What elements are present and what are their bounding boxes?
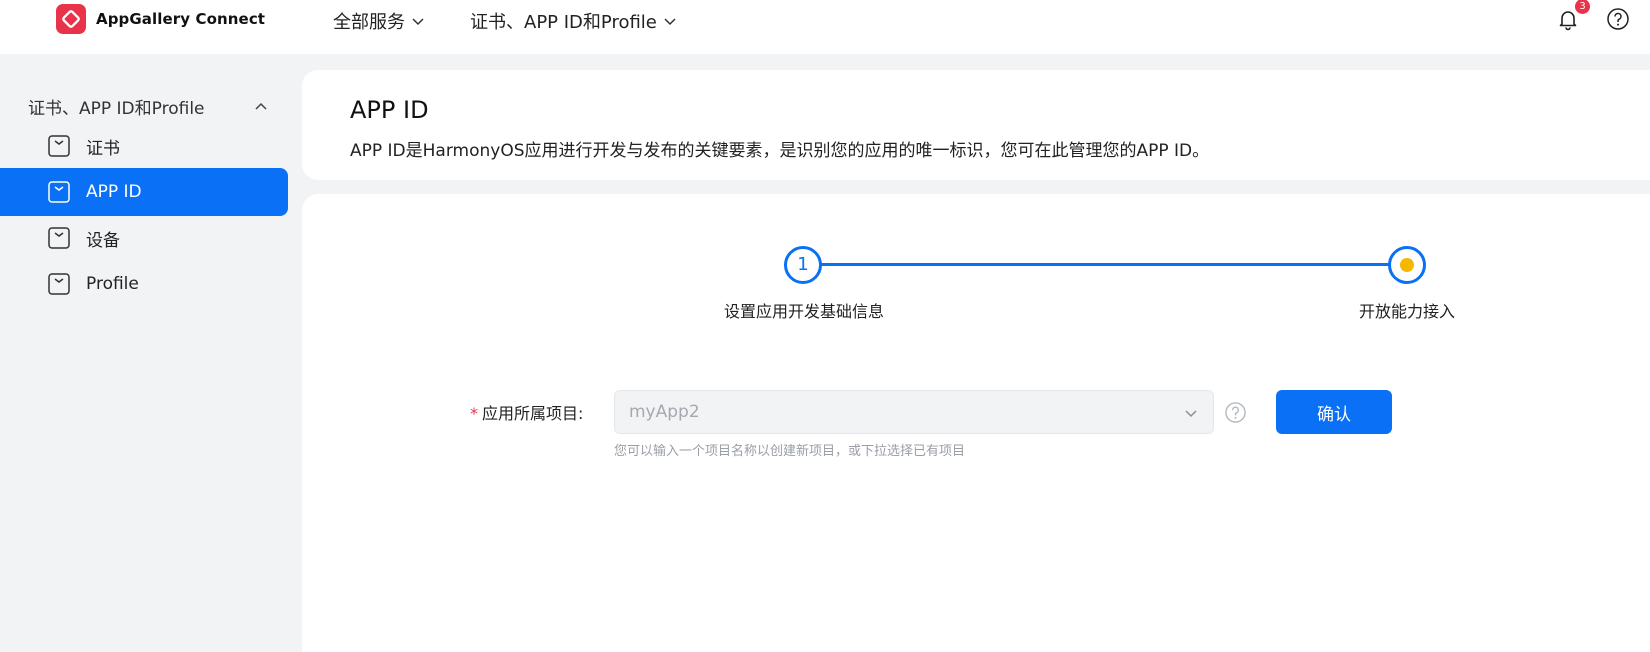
appgallery-logo-icon[interactable]: [56, 4, 86, 34]
chevron-down-icon: [1185, 410, 1197, 418]
chevron-down-icon: [412, 18, 424, 26]
top-bar: AppGallery Connect 全部服务 证书、APP ID和Profil…: [0, 0, 1650, 54]
nav-cert-appid-profile[interactable]: 证书、APP ID和Profile: [470, 8, 677, 34]
page-title: APP ID: [350, 96, 429, 124]
confirm-button[interactable]: 确认: [1276, 390, 1392, 434]
sidebar-item-certificate[interactable]: 证书: [0, 122, 288, 170]
project-select[interactable]: myApp2: [614, 390, 1214, 434]
step-2-label: 开放能力接入: [1358, 302, 1455, 321]
folder-icon: [48, 273, 70, 295]
sidebar: 证书、APP ID和Profile 证书 APP ID 设备 Profile: [0, 70, 290, 652]
sidebar-group-label: 证书、APP ID和Profile: [28, 99, 205, 119]
project-field-hint: 您可以输入一个项目名称以创建新项目，或下拉选择已有项目: [614, 444, 966, 459]
sidebar-item-label: 设备: [86, 230, 120, 251]
main-content-card: 1 设置应用开发基础信息 开放能力接入 * 应用所属项目: myApp2 确认 您…: [302, 194, 1650, 652]
folder-icon: [48, 135, 70, 157]
chevron-down-icon: [664, 18, 676, 26]
sidebar-group-header[interactable]: 证书、APP ID和Profile: [28, 94, 268, 119]
folder-icon: [48, 227, 70, 249]
step-1-label: 设置应用开发基础信息: [723, 302, 884, 321]
stepper-line: [802, 263, 1408, 266]
sidebar-item-profile[interactable]: Profile: [0, 260, 288, 308]
step-2-indicator: [1388, 246, 1426, 284]
page-header-card: APP ID APP ID是HarmonyOS应用进行开发与发布的关键要素，是识…: [302, 70, 1650, 180]
project-select-value: myApp2: [629, 402, 700, 422]
folder-icon: [48, 181, 70, 203]
help-icon[interactable]: [1606, 7, 1630, 31]
nav-cert-appid-profile-label: 证书、APP ID和Profile: [470, 12, 657, 33]
page-description: APP ID是HarmonyOS应用进行开发与发布的关键要素，是识别您的应用的唯…: [350, 141, 1210, 161]
help-icon[interactable]: [1224, 401, 1247, 424]
current-step-dot: [1400, 258, 1414, 272]
notification-badge: 3: [1575, 0, 1590, 14]
brand-name[interactable]: AppGallery Connect: [96, 10, 265, 28]
project-label-text: 应用所属项目:: [482, 404, 584, 423]
sidebar-item-label: APP ID: [86, 182, 142, 202]
project-field-label: * 应用所属项目:: [470, 400, 583, 424]
step-1-indicator: 1: [784, 246, 822, 284]
sidebar-item-label: 证书: [86, 138, 120, 159]
nav-all-services[interactable]: 全部服务: [333, 8, 425, 34]
nav-all-services-label: 全部服务: [333, 12, 405, 33]
sidebar-item-label: Profile: [86, 274, 139, 294]
sidebar-item-device[interactable]: 设备: [0, 214, 288, 262]
sidebar-item-app-id[interactable]: APP ID: [0, 168, 288, 216]
chevron-up-icon: [255, 102, 267, 110]
required-mark: *: [470, 404, 478, 423]
